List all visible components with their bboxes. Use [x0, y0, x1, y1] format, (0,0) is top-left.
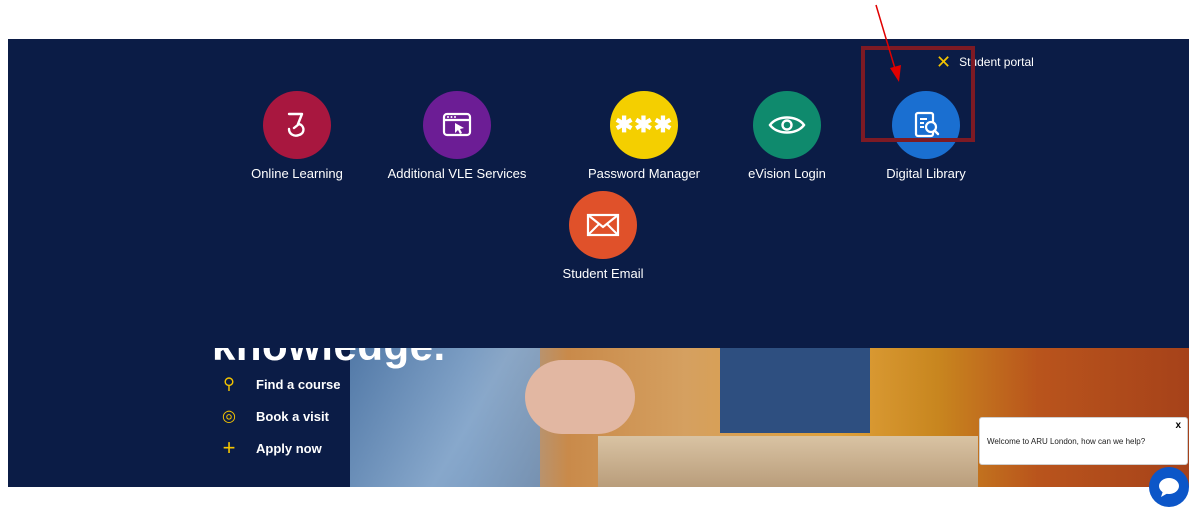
browser-cursor-icon — [423, 91, 491, 159]
tile-student-email[interactable]: Student Email — [518, 191, 688, 281]
chat-welcome-popup: x Welcome to ARU London, how can we help… — [979, 417, 1188, 465]
chat-launcher-button[interactable] — [1149, 467, 1189, 507]
chat-close-button[interactable]: x — [1175, 420, 1181, 431]
student-portal-panel: ✕ Student portal Online Learning Additio… — [8, 39, 1189, 348]
search-icon: ⚲ — [223, 376, 235, 393]
hero-headline: knowledge. — [212, 348, 446, 370]
tile-additional-vle-services[interactable]: Additional VLE Services — [372, 91, 542, 181]
location-pin-icon: ◎ — [222, 408, 236, 425]
hero-quick-links: ⚲ Find a course ◎ Book a visit + Apply n… — [220, 368, 341, 464]
chat-welcome-message: Welcome to ARU London, how can we help? — [987, 437, 1146, 446]
tile-label: Additional VLE Services — [387, 166, 527, 181]
tile-online-learning[interactable]: Online Learning — [212, 91, 382, 181]
tile-label: Digital Library — [886, 166, 966, 181]
chat-bubble-icon — [1159, 478, 1179, 497]
tile-label: Password Manager — [588, 166, 700, 181]
envelope-icon — [569, 191, 637, 259]
tile-label: Online Learning — [251, 166, 343, 181]
document-search-icon — [892, 91, 960, 159]
student-portal-label: Student portal — [959, 55, 1034, 69]
plus-icon: + — [222, 435, 236, 460]
close-student-portal-button[interactable]: ✕ Student portal — [936, 53, 1034, 71]
book-a-visit-link[interactable]: ◎ Book a visit — [220, 400, 341, 432]
eye-icon — [753, 91, 821, 159]
tile-label: Student Email — [562, 266, 644, 281]
tile-label: eVision Login — [748, 166, 826, 181]
close-x-icon: ✕ — [936, 52, 952, 72]
password-asterisks-icon: ✱✱✱ — [610, 91, 678, 159]
apply-now-link[interactable]: + Apply now — [220, 432, 341, 464]
find-a-course-link[interactable]: ⚲ Find a course — [220, 368, 340, 400]
tile-digital-library[interactable]: Digital Library — [841, 91, 1011, 181]
online-learning-icon — [263, 91, 331, 159]
